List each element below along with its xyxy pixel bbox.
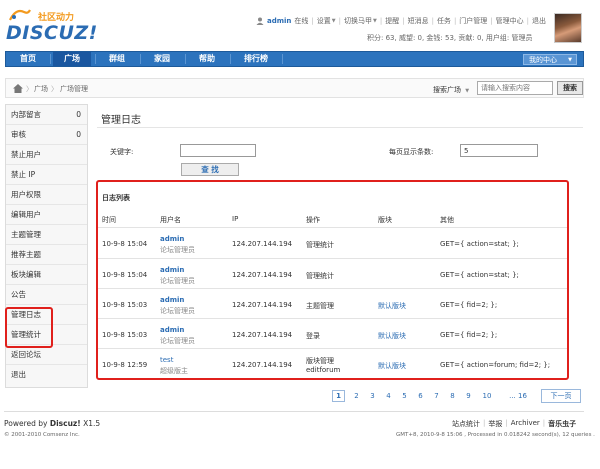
page-link-5[interactable]: 5 xyxy=(398,390,411,402)
sidebar-item-internal-messages[interactable]: 内部留言 0 xyxy=(6,105,87,125)
footer-link-stats[interactable]: 站点统计 xyxy=(452,419,480,429)
footer-divider xyxy=(4,411,584,412)
page-link-10[interactable]: 10 xyxy=(479,390,495,402)
nav-home[interactable]: 首页 xyxy=(10,52,46,66)
sidebar-item-ban-ip[interactable]: 禁止 IP xyxy=(6,165,87,185)
sidebar-item-ban-user[interactable]: 禁止用户 xyxy=(6,145,87,165)
logout-link[interactable]: 退出 xyxy=(532,16,546,26)
page-link-7[interactable]: 7 xyxy=(430,390,443,402)
chevron-down-icon: ▼ xyxy=(465,88,470,94)
footer-processing-info: GMT+8, 2010-9-8 15:06 , Processed in 0.0… xyxy=(396,432,595,438)
main-nav: 首页 广场 群组 家园 帮助 排行榜 我的中心 ▼ xyxy=(5,51,584,67)
sidebar-item-thread-admin[interactable]: 主题管理 xyxy=(6,225,87,245)
settings-link[interactable]: 设置 xyxy=(317,16,331,26)
log-table-highlight-box xyxy=(96,180,569,380)
sidebar-item-user-permissions[interactable]: 用户权限 xyxy=(6,185,87,205)
page-link-3[interactable]: 3 xyxy=(366,390,379,402)
notifications-link[interactable]: 提醒 xyxy=(385,16,399,26)
footer-link-site-name[interactable]: 音乐虫子 xyxy=(548,419,576,429)
portal-admin-link[interactable]: 门户管理 xyxy=(459,16,487,26)
footer-link-archiver[interactable]: Archiver xyxy=(511,419,540,429)
copyright: © 2001-2010 Comsenz Inc. xyxy=(4,432,80,438)
chevron-down-icon: ▼ xyxy=(568,57,572,63)
sidebar-item-edit-user[interactable]: 编辑用户 xyxy=(6,205,87,225)
powered-by: Powered by Discuz! X1.5 xyxy=(4,419,101,428)
user-stats: 积分: 63, 威望: 0, 金钱: 53, 贡献: 0, 用户组: 管理员 xyxy=(367,34,533,42)
page-link-last[interactable]: ... 16 xyxy=(501,390,535,402)
keyword-label: 关键字: xyxy=(110,148,134,156)
sidebar-item-exit[interactable]: 退出 xyxy=(6,365,87,385)
admin-center-link[interactable]: 管理中心 xyxy=(496,16,524,26)
count-badge: 0 xyxy=(76,110,81,119)
per-page-input[interactable] xyxy=(460,144,538,157)
page-link-2[interactable]: 2 xyxy=(350,390,363,402)
breadcrumb-plaza-admin[interactable]: 广场管理 xyxy=(60,84,88,94)
page-link-4[interactable]: 4 xyxy=(382,390,395,402)
tasks-link[interactable]: 任务 xyxy=(437,16,451,26)
nav-home-space[interactable]: 家园 xyxy=(143,52,181,66)
page-link-9[interactable]: 9 xyxy=(462,390,475,402)
nav-help[interactable]: 帮助 xyxy=(188,52,226,66)
online-status: 在线 xyxy=(294,17,309,25)
username-link[interactable]: admin xyxy=(267,17,291,25)
user-links: admin 在线 | 设置 ▼ | 切换马甲 ▼ | 提醒 | 短消息 | 任务… xyxy=(256,16,546,26)
footer-links: 站点统计 | 举报 | Archiver | 音乐虫子 xyxy=(452,419,577,429)
title-divider xyxy=(97,127,583,128)
sidebar-item-forum-edit[interactable]: 板块编辑 xyxy=(6,265,87,285)
page-title: 管理日志 xyxy=(101,115,141,126)
nav-plaza[interactable]: 广场 xyxy=(53,52,91,66)
powered-brand-link[interactable]: Discuz! xyxy=(50,419,81,428)
footer-link-report[interactable]: 举报 xyxy=(488,419,502,429)
search-logs-button[interactable]: 查 找 xyxy=(181,163,239,176)
next-page-button[interactable]: 下一页 xyxy=(541,389,581,403)
search-button[interactable]: 搜索 xyxy=(557,81,583,95)
nav-groups[interactable]: 群组 xyxy=(98,52,136,66)
search-scope-dropdown[interactable]: 搜索广场 ▼ xyxy=(433,85,469,95)
my-center-dropdown[interactable]: 我的中心 ▼ xyxy=(523,54,577,65)
page-link-1[interactable]: 1 xyxy=(332,390,345,402)
sidebar-item-moderate[interactable]: 审核 0 xyxy=(6,125,87,145)
my-center-label: 我的中心 xyxy=(529,56,557,64)
page-link-8[interactable]: 8 xyxy=(446,390,459,402)
page-link-6[interactable]: 6 xyxy=(414,390,427,402)
breadcrumb-plaza[interactable]: 广场 xyxy=(34,84,48,94)
sidebar-highlight-box xyxy=(5,307,53,348)
switch-account-link[interactable]: 切换马甲 xyxy=(344,16,372,26)
user-icon xyxy=(256,17,264,25)
nav-rankings[interactable]: 排行榜 xyxy=(234,52,278,66)
per-page-label: 每页显示条数: xyxy=(389,148,434,156)
home-icon[interactable] xyxy=(12,83,24,94)
avatar[interactable] xyxy=(554,13,582,43)
sidebar-item-back-to-forum[interactable]: 返回论坛 xyxy=(6,345,87,365)
search-input[interactable] xyxy=(477,81,553,95)
sidebar-item-recommend-thread[interactable]: 推荐主题 xyxy=(6,245,87,265)
keyword-input[interactable] xyxy=(180,144,256,157)
header: 社区动力 DISCUZ! admin 在线 | 设置 ▼ | 切换马甲 ▼ | … xyxy=(0,0,600,48)
messages-link[interactable]: 短消息 xyxy=(408,16,429,26)
logo-mark-icon xyxy=(9,9,31,21)
count-badge: 0 xyxy=(76,130,81,139)
logo[interactable]: DISCUZ! xyxy=(6,22,98,44)
sidebar-item-announcements[interactable]: 公告 xyxy=(6,285,87,305)
breadcrumb-bar: 〉 广场 〉 广场管理 搜索广场 ▼ 搜索 xyxy=(5,78,584,98)
